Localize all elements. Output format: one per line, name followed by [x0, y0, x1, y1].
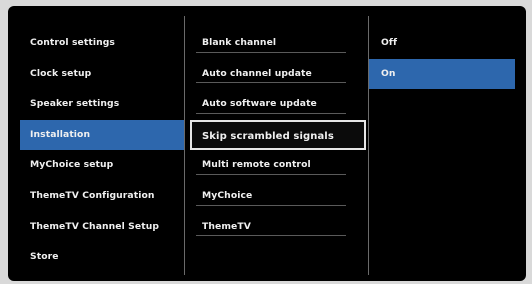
submenu-item-mychoice[interactable]: MyChoice	[186, 181, 368, 212]
menu-item-control-settings[interactable]: Control settings	[20, 28, 184, 59]
option-off[interactable]: Off	[369, 28, 519, 59]
column-divider	[184, 16, 185, 275]
menu-item-themetv-configuration[interactable]: ThemeTV Configuration	[20, 181, 184, 212]
submenu-item-multi-remote-control[interactable]: Multi remote control	[186, 150, 368, 181]
menu-item-installation[interactable]: Installation	[20, 119, 184, 151]
installation-submenu: Blank channel Auto channel update Auto s…	[186, 28, 368, 242]
settings-category-menu: Control settings Clock setup Speaker set…	[20, 28, 184, 273]
submenu-item-themetv[interactable]: ThemeTV	[186, 212, 368, 243]
menu-item-themetv-channel-setup[interactable]: ThemeTV Channel Setup	[20, 212, 184, 243]
submenu-item-blank-channel[interactable]: Blank channel	[186, 28, 368, 59]
submenu-item-auto-software-update[interactable]: Auto software update	[186, 89, 368, 120]
menu-item-store[interactable]: Store	[20, 242, 184, 273]
tv-screen: Control settings Clock setup Speaker set…	[8, 6, 526, 281]
option-on[interactable]: On	[369, 58, 515, 90]
menu-item-mychoice-setup[interactable]: MyChoice setup	[20, 150, 184, 181]
submenu-item-auto-channel-update[interactable]: Auto channel update	[186, 59, 368, 90]
menu-item-clock-setup[interactable]: Clock setup	[20, 59, 184, 90]
menu-item-speaker-settings[interactable]: Speaker settings	[20, 89, 184, 120]
option-list: Off On	[369, 28, 519, 90]
submenu-item-skip-scrambled-signals[interactable]: Skip scrambled signals	[190, 119, 366, 151]
